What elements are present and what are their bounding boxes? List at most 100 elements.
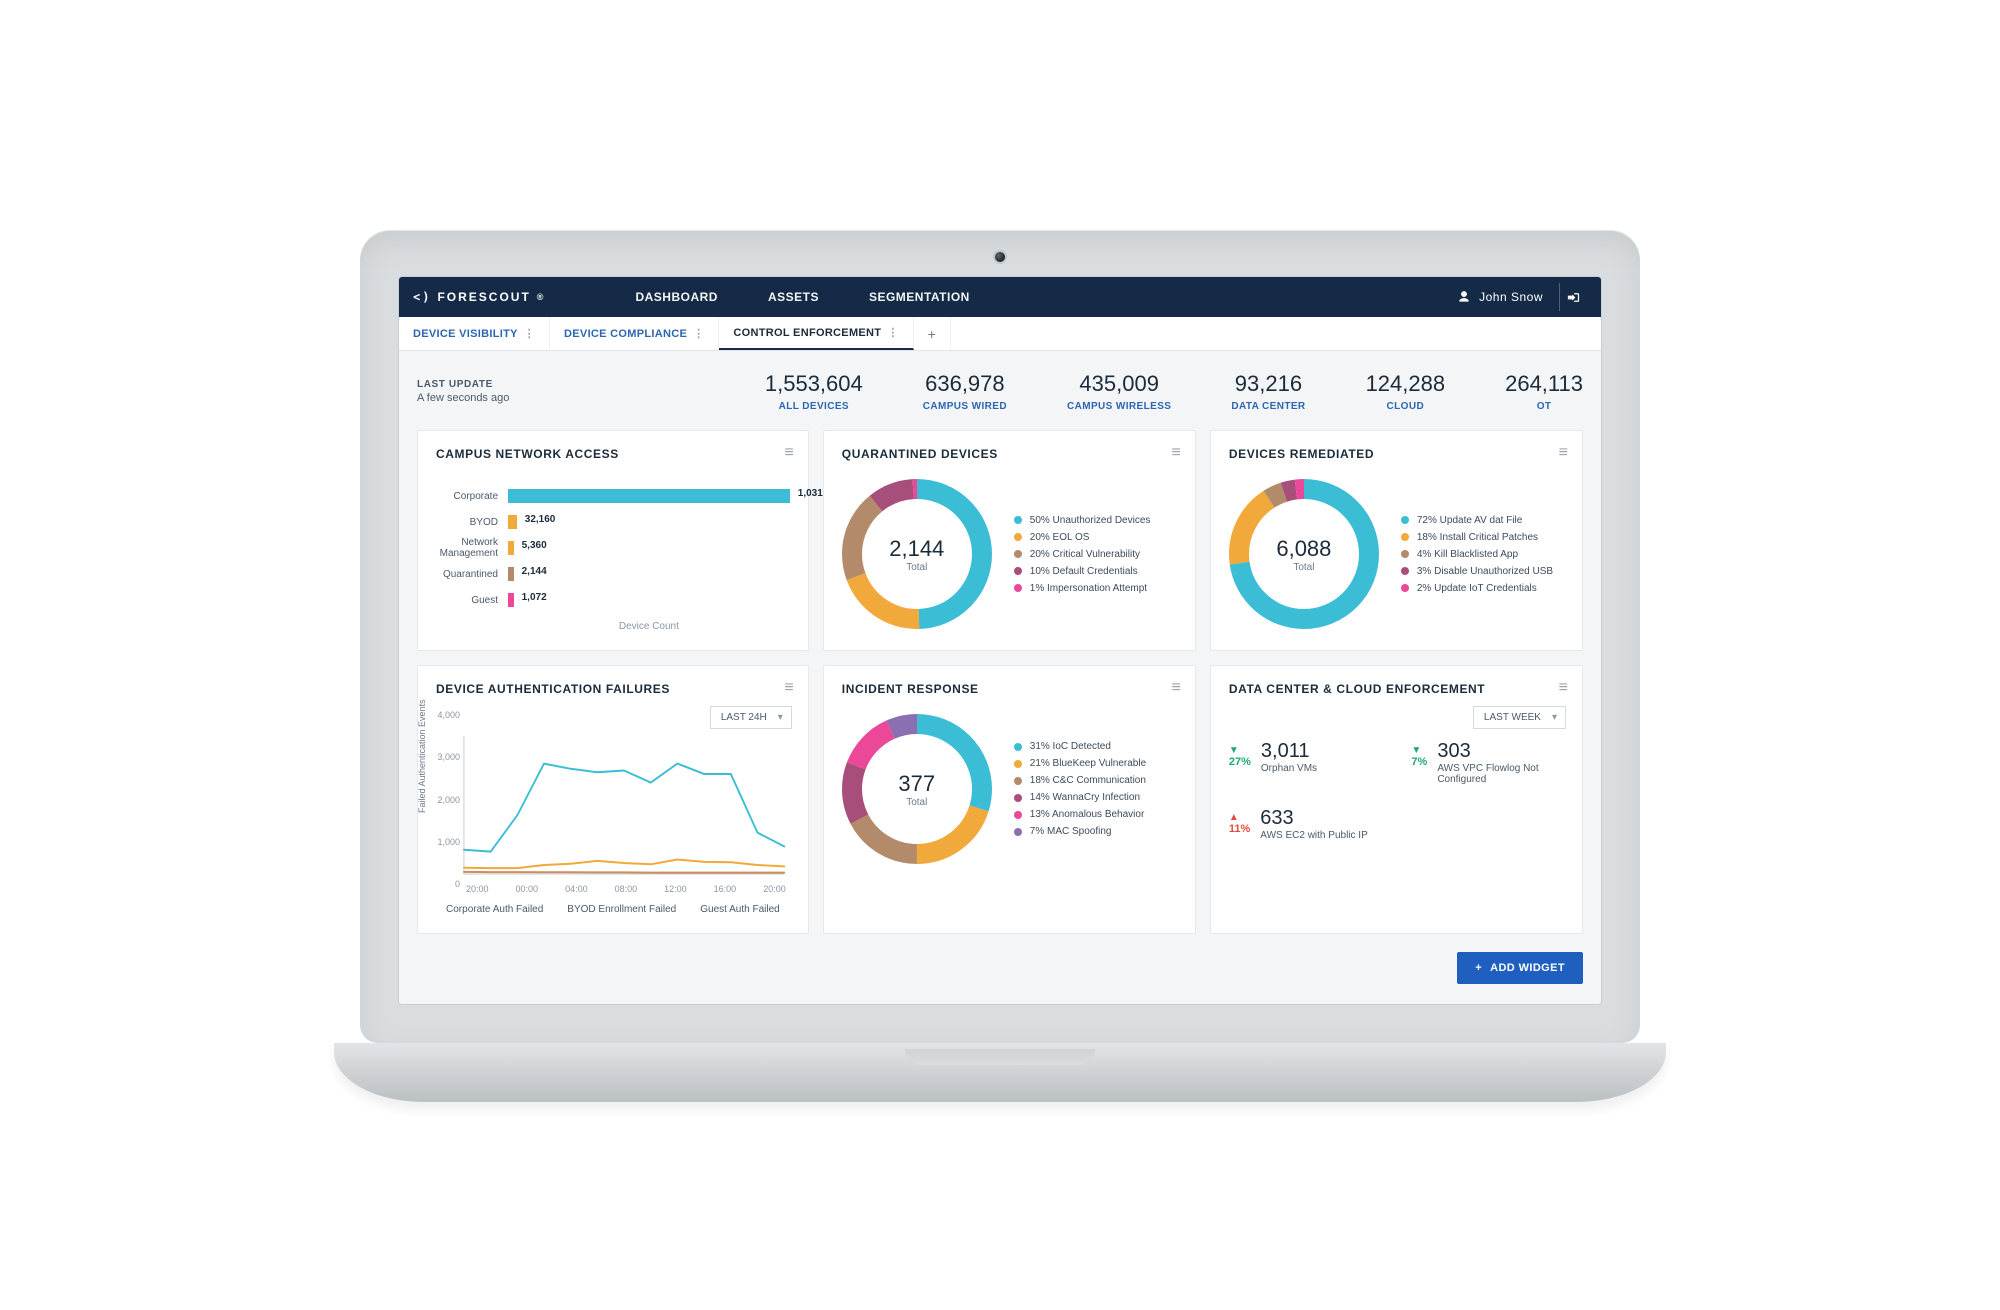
user-menu[interactable]: John Snow	[1457, 290, 1543, 304]
stat-label: ALL DEVICES	[765, 401, 863, 412]
trend-pct: 11%	[1229, 823, 1250, 835]
brand-text: FORESCOUT	[437, 290, 530, 304]
laptop-keyboard	[334, 1043, 1666, 1103]
legend-item: 20% EOL OS	[1014, 532, 1151, 543]
line-legend: Corporate Auth Failed BYOD Enrollment Fa…	[436, 904, 790, 915]
metric-value: 633	[1260, 807, 1367, 830]
stat-value: 93,216	[1231, 371, 1305, 397]
stat-label: CAMPUS WIRED	[923, 401, 1007, 412]
logout-button[interactable]	[1559, 283, 1587, 311]
tab-label: DEVICE VISIBILITY	[413, 328, 518, 340]
bar-value: 2,144	[522, 566, 547, 577]
card-title: DEVICES REMEDIATED	[1229, 447, 1564, 461]
legend-dot-icon	[1014, 743, 1022, 751]
add-tab-button[interactable]: +	[914, 317, 951, 350]
last-update: LAST UPDATE A few seconds ago	[417, 378, 509, 405]
trend-caret-icon: ▼	[1229, 746, 1251, 756]
card-menu-icon[interactable]: ≡	[1172, 680, 1181, 696]
camera-dot	[995, 252, 1005, 262]
time-range-select[interactable]: LAST WEEK	[1473, 706, 1566, 729]
legend-item: Guest Auth Failed	[700, 904, 780, 915]
card-menu-icon[interactable]: ≡	[784, 680, 793, 696]
nav-assets[interactable]: ASSETS	[768, 290, 819, 304]
tab-label: CONTROL ENFORCEMENT	[733, 327, 881, 339]
user-name: John Snow	[1479, 290, 1543, 304]
bar-fill	[508, 541, 514, 555]
enforcement-item: ▲ 11% 633 AWS EC2 with Public IP	[1229, 807, 1382, 841]
tab-device-compliance[interactable]: DEVICE COMPLIANCE ⋮	[550, 317, 719, 350]
tab-control-enforcement[interactable]: CONTROL ENFORCEMENT ⋮	[719, 317, 913, 350]
tab-device-visibility[interactable]: DEVICE VISIBILITY ⋮	[399, 317, 550, 350]
summary-stat[interactable]: 264,113 OT	[1505, 371, 1583, 412]
summary-stat[interactable]: 1,553,604 ALL DEVICES	[765, 371, 863, 412]
stat-value: 1,553,604	[765, 371, 863, 397]
enforcement-stats: ▼ 27% 3,011 Orphan VMs ▼ 7% 303 AWS VPC …	[1229, 740, 1564, 841]
bar-fill	[508, 593, 514, 607]
legend-item: 20% Critical Vulnerability	[1014, 549, 1151, 560]
summary-stat[interactable]: 93,216 DATA CENTER	[1231, 371, 1305, 412]
legend-dot-icon	[1014, 794, 1022, 802]
card-menu-icon[interactable]: ≡	[1172, 445, 1181, 461]
legend-dot-icon	[1014, 828, 1022, 836]
line-chart: 20:0000:0004:0008:0012:0016:0020:00	[436, 730, 790, 894]
app-screen: <) FORESCOUT® DASHBOARD ASSETS SEGMENTAT…	[398, 276, 1602, 1005]
stat-label: OT	[1505, 401, 1583, 412]
dashboard-content: LAST UPDATE A few seconds ago 1,553,604 …	[399, 351, 1601, 1004]
card-menu-icon[interactable]: ≡	[1559, 445, 1568, 461]
legend-item: 18% C&C Communication	[1014, 775, 1146, 786]
last-update-label: LAST UPDATE	[417, 378, 509, 391]
bar-row: Quarantined 2,144	[436, 561, 790, 587]
summary-stat[interactable]: 435,009 CAMPUS WIRELESS	[1067, 371, 1171, 412]
trend-caret-icon: ▲	[1229, 813, 1250, 823]
legend-item: Corporate Auth Failed	[446, 904, 543, 915]
donut-total-label: Total	[906, 797, 927, 808]
bar-category: BYOD	[436, 517, 508, 528]
nav-segmentation[interactable]: SEGMENTATION	[869, 290, 970, 304]
legend-item: 21% BlueKeep Vulnerable	[1014, 758, 1146, 769]
card-title: QUARANTINED DEVICES	[842, 447, 1177, 461]
kebab-icon[interactable]: ⋮	[887, 326, 898, 339]
x-axis-label: Device Count	[436, 621, 790, 632]
card-campus-network-access: CAMPUS NETWORK ACCESS ≡ Corporate 1,031,…	[417, 430, 809, 651]
legend-item: 50% Unauthorized Devices	[1014, 515, 1151, 526]
card-menu-icon[interactable]: ≡	[784, 445, 793, 461]
metric-label: AWS VPC Flowlog Not Configured	[1437, 763, 1564, 785]
card-menu-icon[interactable]: ≡	[1559, 680, 1568, 696]
summary-stat[interactable]: 636,978 CAMPUS WIRED	[923, 371, 1007, 412]
legend-dot-icon	[1014, 777, 1022, 785]
legend-dot-icon	[1401, 533, 1409, 541]
kebab-icon[interactable]: ⋮	[524, 327, 535, 340]
legend-item: 31% IoC Detected	[1014, 741, 1146, 752]
legend-item: 13% Anomalous Behavior	[1014, 809, 1146, 820]
primary-nav: DASHBOARD ASSETS SEGMENTATION	[635, 290, 969, 304]
bar-chart: Corporate 1,031,251 BYOD 32,160 Network …	[436, 483, 790, 613]
x-ticks: 20:0000:0004:0008:0012:0016:0020:00	[436, 880, 790, 894]
legend-dot-icon	[1401, 516, 1409, 524]
add-widget-button[interactable]: + ADD WIDGET	[1457, 952, 1583, 984]
stat-label: CAMPUS WIRELESS	[1067, 401, 1171, 412]
metric-label: AWS EC2 with Public IP	[1260, 830, 1367, 841]
y-axis-label: Failed Authentication Events	[417, 699, 427, 813]
time-range-select[interactable]: LAST 24H	[710, 706, 792, 729]
topbar: <) FORESCOUT® DASHBOARD ASSETS SEGMENTAT…	[399, 277, 1601, 317]
bar-value: 1,072	[522, 592, 547, 603]
bar-row: Corporate 1,031,251	[436, 483, 790, 509]
logout-icon	[1566, 290, 1581, 305]
nav-dashboard[interactable]: DASHBOARD	[635, 290, 718, 304]
donut-chart: 2,144 Total	[842, 479, 992, 629]
bar-category: Network Management	[436, 537, 508, 559]
donut-chart: 6,088 Total	[1229, 479, 1379, 629]
tab-label: DEVICE COMPLIANCE	[564, 328, 687, 340]
card-devices-remediated: DEVICES REMEDIATED ≡ 6,088 Total 72% Upd…	[1210, 430, 1583, 651]
metric-label: Orphan VMs	[1261, 763, 1317, 774]
plus-icon: +	[1475, 962, 1482, 974]
legend-dot-icon	[1401, 567, 1409, 575]
legend-item: 7% MAC Spoofing	[1014, 826, 1146, 837]
kebab-icon[interactable]: ⋮	[693, 327, 704, 340]
card-title: CAMPUS NETWORK ACCESS	[436, 447, 790, 461]
summary-stat[interactable]: 124,288 CLOUD	[1366, 371, 1446, 412]
legend: 50% Unauthorized Devices 20% EOL OS 20% Cr…	[1014, 515, 1151, 594]
bar-category: Guest	[436, 595, 508, 606]
enforcement-item: ▼ 7% 303 AWS VPC Flowlog Not Configured	[1411, 740, 1564, 785]
legend-dot-icon	[1401, 550, 1409, 558]
